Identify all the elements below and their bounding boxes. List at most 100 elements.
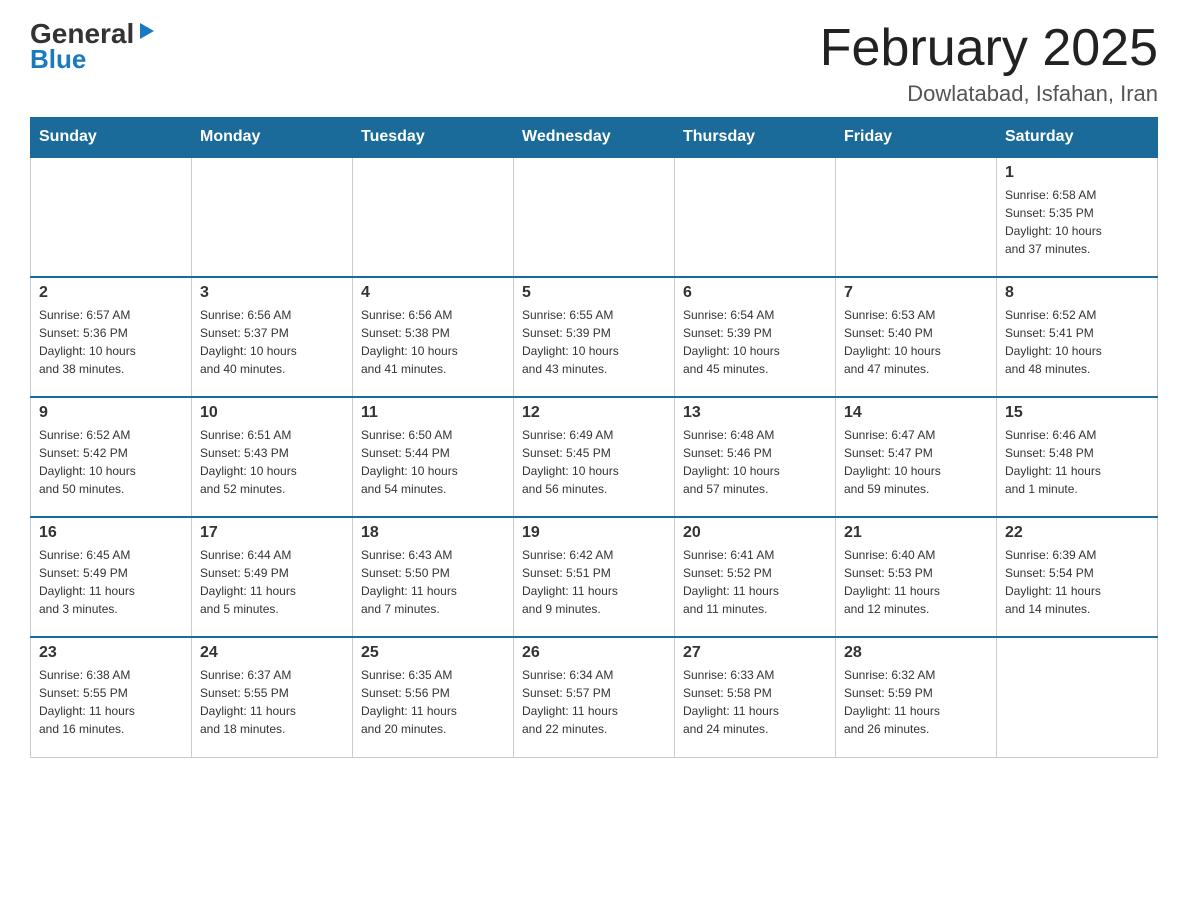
calendar-cell-w2-d5: 6 Sunrise: 6:54 AM Sunset: 5:39 PM Daylig… [675, 277, 836, 397]
calendar-cell-w5-d5: 27Sunrise: 6:33 AM Sunset: 5:58 PM Dayli… [675, 637, 836, 757]
calendar-cell-w1-d3 [353, 157, 514, 277]
col-monday: Monday [192, 118, 353, 158]
day-info: Sunrise: 6:41 AM Sunset: 5:52 PM Dayligh… [683, 546, 827, 618]
logo-blue: Blue [30, 44, 86, 75]
day-info: Sunrise: 6:40 AM Sunset: 5:53 PM Dayligh… [844, 546, 988, 618]
day-info: Sunrise: 6:48 AM Sunset: 5:46 PM Dayligh… [683, 426, 827, 498]
col-saturday: Saturday [997, 118, 1158, 158]
calendar-cell-w1-d7: 1Sunrise: 6:58 AM Sunset: 5:35 PM Daylig… [997, 157, 1158, 277]
col-tuesday: Tuesday [353, 118, 514, 158]
day-number: 28 [844, 644, 988, 662]
day-number: 5 [522, 284, 666, 302]
day-info: Sunrise: 6:47 AM Sunset: 5:47 PM Dayligh… [844, 426, 988, 498]
day-number: 15 [1005, 404, 1149, 422]
day-number: 24 [200, 644, 344, 662]
day-number: 26 [522, 644, 666, 662]
day-info: Sunrise: 6:51 AM Sunset: 5:43 PM Dayligh… [200, 426, 344, 498]
col-friday: Friday [836, 118, 997, 158]
calendar-header-row: Sunday Monday Tuesday Wednesday Thursday… [31, 118, 1158, 158]
calendar-cell-w5-d7 [997, 637, 1158, 757]
day-number: 6 [683, 284, 827, 302]
day-number: 13 [683, 404, 827, 422]
day-number: 7 [844, 284, 988, 302]
day-number: 21 [844, 524, 988, 542]
day-number: 17 [200, 524, 344, 542]
col-sunday: Sunday [31, 118, 192, 158]
calendar-cell-w2-d6: 7 Sunrise: 6:53 AM Sunset: 5:40 PM Daylig… [836, 277, 997, 397]
day-number: 14 [844, 404, 988, 422]
calendar-cell-w4-d4: 19 Sunrise: 6:42 AM Sunset: 5:51 PM Dayli… [514, 517, 675, 637]
day-number: 2 [39, 284, 183, 302]
calendar-cell-w4-d1: 16Sunrise: 6:45 AM Sunset: 5:49 PM Dayli… [31, 517, 192, 637]
day-info: Sunrise: 6:46 AM Sunset: 5:48 PM Dayligh… [1005, 426, 1149, 498]
day-info: Sunrise: 6:42 AM Sunset: 5:51 PM Dayligh… [522, 546, 666, 618]
day-info: Sunrise: 6:43 AM Sunset: 5:50 PM Dayligh… [361, 546, 505, 618]
day-number: 16 [39, 524, 183, 542]
day-info: Sunrise: 6:32 AM Sunset: 5:59 PM Dayligh… [844, 666, 988, 738]
col-thursday: Thursday [675, 118, 836, 158]
header: General Blue February 2025 Dowlatabad, I… [30, 20, 1158, 107]
day-number: 18 [361, 524, 505, 542]
day-info: Sunrise: 6:55 AM Sunset: 5:39 PM Dayligh… [522, 306, 666, 378]
day-info: Sunrise: 6:58 AM Sunset: 5:35 PM Dayligh… [1005, 186, 1149, 258]
day-info: Sunrise: 6:53 AM Sunset: 5:40 PM Dayligh… [844, 306, 988, 378]
day-info: Sunrise: 6:44 AM Sunset: 5:49 PM Dayligh… [200, 546, 344, 618]
calendar-cell-w2-d3: 4 Sunrise: 6:56 AM Sunset: 5:38 PM Daylig… [353, 277, 514, 397]
day-number: 20 [683, 524, 827, 542]
day-info: Sunrise: 6:34 AM Sunset: 5:57 PM Dayligh… [522, 666, 666, 738]
calendar-cell-w1-d6 [836, 157, 997, 277]
logo-triangle-icon [136, 21, 154, 44]
logo-area: General Blue [30, 20, 154, 75]
day-info: Sunrise: 6:52 AM Sunset: 5:42 PM Dayligh… [39, 426, 183, 498]
day-number: 4 [361, 284, 505, 302]
calendar-cell-w5-d6: 28 Sunrise: 6:32 AM Sunset: 5:59 PM Dayli… [836, 637, 997, 757]
day-number: 3 [200, 284, 344, 302]
col-wednesday: Wednesday [514, 118, 675, 158]
title-area: February 2025 Dowlatabad, Isfahan, Iran [820, 20, 1158, 107]
calendar-cell-w1-d4 [514, 157, 675, 277]
calendar-cell-w2-d4: 5 Sunrise: 6:55 AM Sunset: 5:39 PM Daylig… [514, 277, 675, 397]
calendar-cell-w2-d7: 8 Sunrise: 6:52 AM Sunset: 5:41 PM Daylig… [997, 277, 1158, 397]
day-number: 19 [522, 524, 666, 542]
calendar-cell-w1-d5 [675, 157, 836, 277]
calendar-cell-w3-d4: 12 Sunrise: 6:49 AM Sunset: 5:45 PM Dayli… [514, 397, 675, 517]
month-title: February 2025 [820, 20, 1158, 77]
day-info: Sunrise: 6:57 AM Sunset: 5:36 PM Dayligh… [39, 306, 183, 378]
day-number: 8 [1005, 284, 1149, 302]
calendar-table: Sunday Monday Tuesday Wednesday Thursday… [30, 117, 1158, 758]
day-number: 23 [39, 644, 183, 662]
calendar-cell-w3-d2: 10 Sunrise: 6:51 AM Sunset: 5:43 PM Dayli… [192, 397, 353, 517]
calendar-week-5: 23 Sunrise: 6:38 AM Sunset: 5:55 PM Dayli… [31, 637, 1158, 757]
calendar-week-2: 2 Sunrise: 6:57 AM Sunset: 5:36 PM Daylig… [31, 277, 1158, 397]
calendar-cell-w1-d2 [192, 157, 353, 277]
day-info: Sunrise: 6:52 AM Sunset: 5:41 PM Dayligh… [1005, 306, 1149, 378]
day-number: 11 [361, 404, 505, 422]
day-info: Sunrise: 6:33 AM Sunset: 5:58 PM Dayligh… [683, 666, 827, 738]
day-number: 12 [522, 404, 666, 422]
day-info: Sunrise: 6:56 AM Sunset: 5:38 PM Dayligh… [361, 306, 505, 378]
day-number: 25 [361, 644, 505, 662]
calendar-cell-w5-d1: 23 Sunrise: 6:38 AM Sunset: 5:55 PM Dayli… [31, 637, 192, 757]
calendar-cell-w5-d3: 25 Sunrise: 6:35 AM Sunset: 5:56 PM Dayli… [353, 637, 514, 757]
day-number: 22 [1005, 524, 1149, 542]
day-info: Sunrise: 6:54 AM Sunset: 5:39 PM Dayligh… [683, 306, 827, 378]
day-info: Sunrise: 6:50 AM Sunset: 5:44 PM Dayligh… [361, 426, 505, 498]
calendar-cell-w1-d1 [31, 157, 192, 277]
calendar-cell-w3-d6: 14 Sunrise: 6:47 AM Sunset: 5:47 PM Dayli… [836, 397, 997, 517]
calendar-cell-w4-d5: 20 Sunrise: 6:41 AM Sunset: 5:52 PM Dayli… [675, 517, 836, 637]
location: Dowlatabad, Isfahan, Iran [820, 81, 1158, 107]
day-info: Sunrise: 6:37 AM Sunset: 5:55 PM Dayligh… [200, 666, 344, 738]
calendar-cell-w3-d5: 13 Sunrise: 6:48 AM Sunset: 5:46 PM Dayli… [675, 397, 836, 517]
day-info: Sunrise: 6:38 AM Sunset: 5:55 PM Dayligh… [39, 666, 183, 738]
calendar-cell-w2-d2: 3Sunrise: 6:56 AM Sunset: 5:37 PM Daylig… [192, 277, 353, 397]
day-info: Sunrise: 6:49 AM Sunset: 5:45 PM Dayligh… [522, 426, 666, 498]
day-number: 10 [200, 404, 344, 422]
calendar-cell-w3-d1: 9Sunrise: 6:52 AM Sunset: 5:42 PM Daylig… [31, 397, 192, 517]
day-info: Sunrise: 6:35 AM Sunset: 5:56 PM Dayligh… [361, 666, 505, 738]
calendar-cell-w2-d1: 2 Sunrise: 6:57 AM Sunset: 5:36 PM Daylig… [31, 277, 192, 397]
calendar-cell-w4-d3: 18 Sunrise: 6:43 AM Sunset: 5:50 PM Dayli… [353, 517, 514, 637]
calendar-cell-w3-d7: 15 Sunrise: 6:46 AM Sunset: 5:48 PM Dayli… [997, 397, 1158, 517]
calendar-cell-w4-d7: 22 Sunrise: 6:39 AM Sunset: 5:54 PM Dayli… [997, 517, 1158, 637]
day-info: Sunrise: 6:39 AM Sunset: 5:54 PM Dayligh… [1005, 546, 1149, 618]
calendar-cell-w5-d2: 24 Sunrise: 6:37 AM Sunset: 5:55 PM Dayli… [192, 637, 353, 757]
